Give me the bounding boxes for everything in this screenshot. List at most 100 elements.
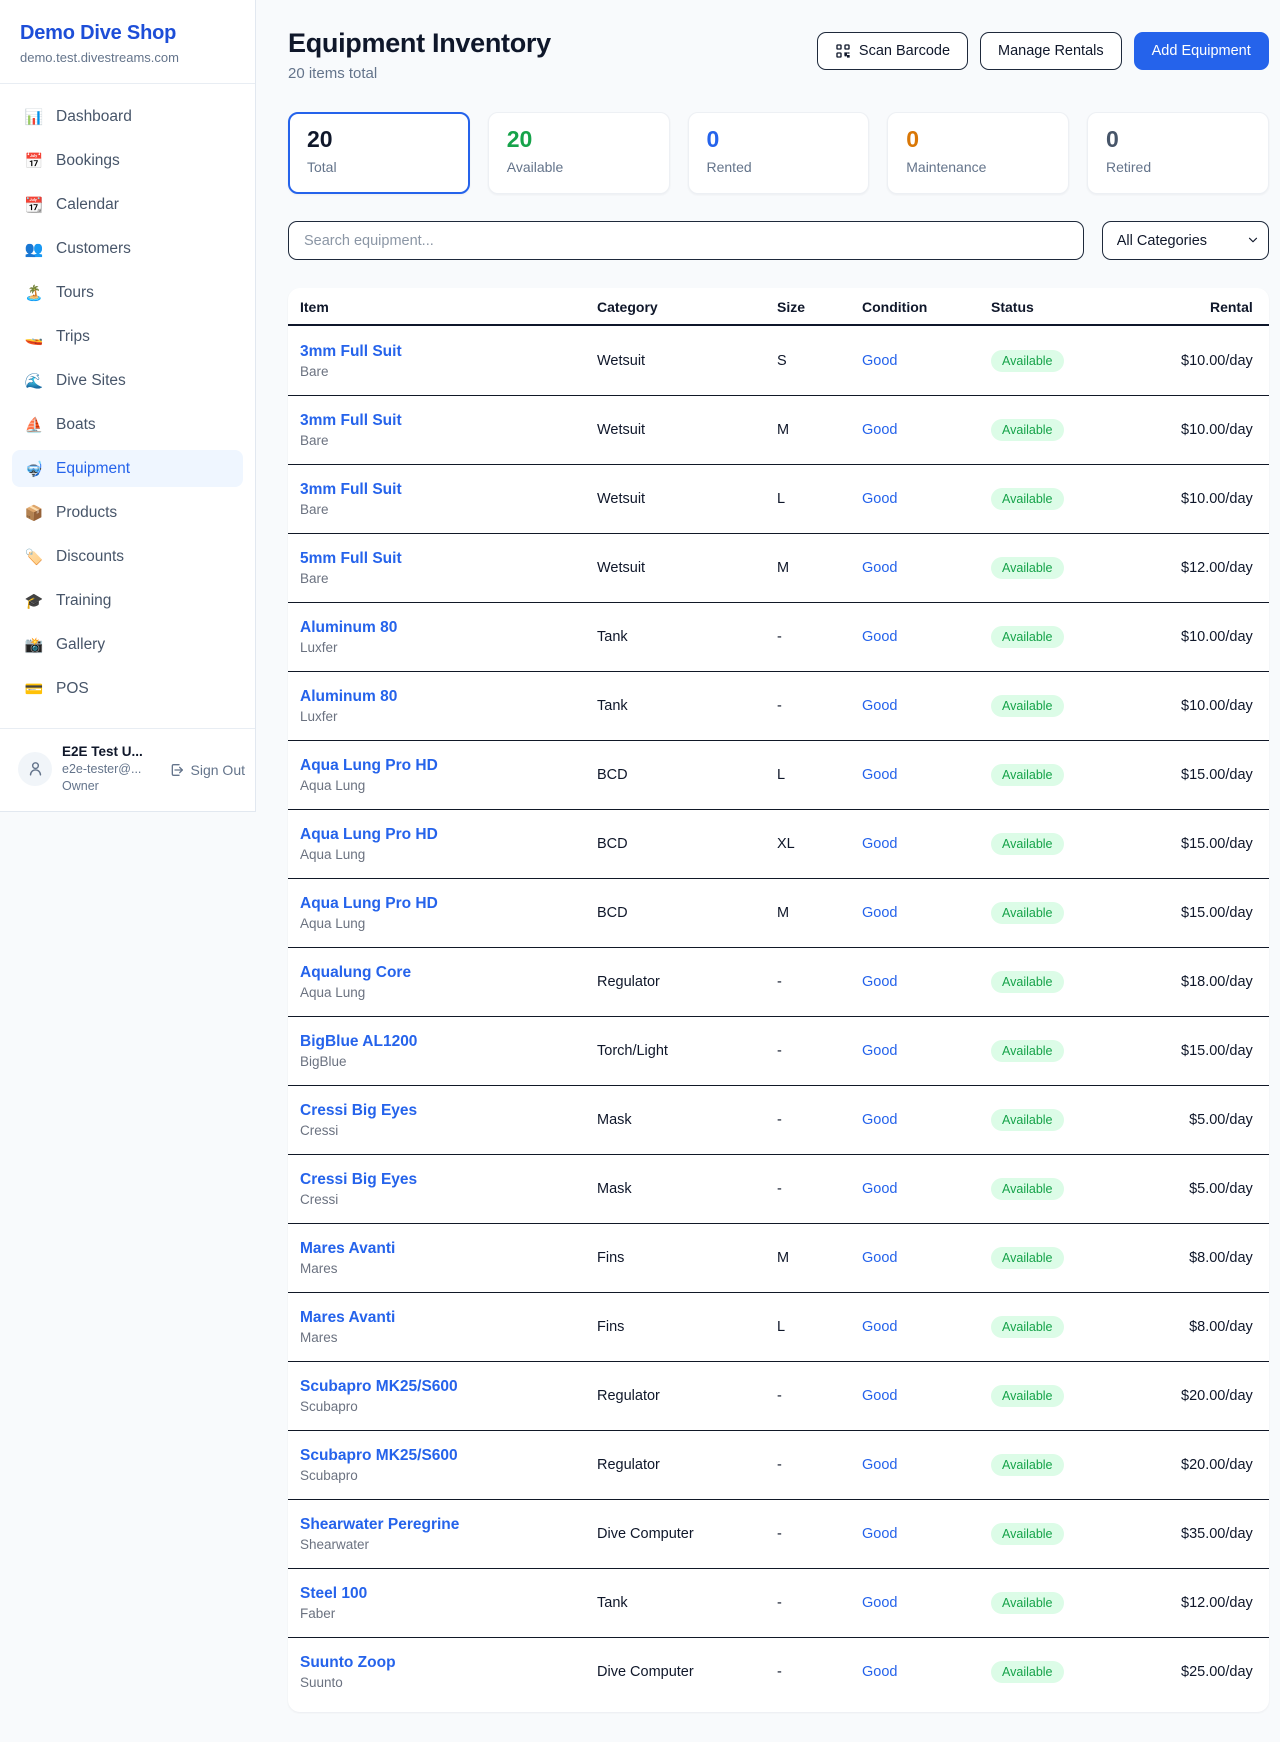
item-name-link[interactable]: 5mm Full Suit [300,550,402,568]
condition-link[interactable]: Good [862,1388,897,1404]
table-row: Aluminum 80 Luxfer Tank - Good Available… [288,671,1269,740]
sidebar-item-label: Products [56,504,117,522]
item-brand: Cressi [300,1123,597,1138]
sign-out-button[interactable]: Sign Out [169,762,245,778]
condition-link[interactable]: Good [862,422,897,438]
item-condition: Good [862,1112,991,1128]
item-name-link[interactable]: Steel 100 [300,1585,367,1603]
condition-link[interactable]: Good [862,1181,897,1197]
item-size: S [777,353,862,369]
item-cell: 3mm Full Suit Bare [300,343,597,379]
stat-card-retired[interactable]: 0 Retired [1087,112,1269,194]
item-name-link[interactable]: Cressi Big Eyes [300,1171,417,1189]
table-row: Aluminum 80 Luxfer Tank - Good Available… [288,602,1269,671]
item-status: Available [991,1178,1181,1200]
condition-link[interactable]: Good [862,353,897,369]
condition-link[interactable]: Good [862,1595,897,1611]
item-name-link[interactable]: Aqua Lung Pro HD [300,757,438,775]
sidebar-item-pos[interactable]: 💳 POS [12,670,243,707]
rental-price: $8.00/day [1181,1250,1253,1266]
search-input[interactable] [288,221,1084,260]
item-status: Available [991,695,1181,717]
condition-link[interactable]: Good [862,491,897,507]
item-size: - [777,629,862,645]
item-cell: 5mm Full Suit Bare [300,550,597,586]
stat-card-rented[interactable]: 0 Rented [688,112,870,194]
item-name-link[interactable]: BigBlue AL1200 [300,1033,417,1051]
sidebar-item-discounts[interactable]: 🏷️ Discounts [12,538,243,575]
item-condition: Good [862,1388,991,1404]
item-name-link[interactable]: 3mm Full Suit [300,343,402,361]
stat-card-total[interactable]: 20 Total [288,112,470,194]
status-badge: Available [991,1661,1064,1683]
condition-link[interactable]: Good [862,698,897,714]
condition-link[interactable]: Good [862,974,897,990]
sidebar-item-products[interactable]: 📦 Products [12,494,243,531]
item-name-link[interactable]: Aqua Lung Pro HD [300,895,438,913]
item-status: Available [991,1316,1181,1338]
condition-link[interactable]: Good [862,629,897,645]
condition-link[interactable]: Good [862,560,897,576]
category-select[interactable]: All Categories [1102,221,1269,260]
manage-rentals-button[interactable]: Manage Rentals [980,32,1122,70]
rental-price: $5.00/day [1181,1112,1253,1128]
category-select-wrap: All Categories [1102,221,1269,260]
status-badge: Available [991,1109,1064,1131]
column-header-item: Item [300,299,597,315]
sidebar-item-dashboard[interactable]: 📊 Dashboard [12,98,243,135]
sidebar-item-gallery[interactable]: 📸 Gallery [12,626,243,663]
sidebar-item-equipment[interactable]: 🤿 Equipment [12,450,243,487]
condition-link[interactable]: Good [862,1319,897,1335]
item-name-link[interactable]: 3mm Full Suit [300,481,402,499]
item-name-link[interactable]: Mares Avanti [300,1240,395,1258]
sidebar-item-calendar[interactable]: 📆 Calendar [12,186,243,223]
status-badge: Available [991,1178,1064,1200]
item-name-link[interactable]: Scubapro MK25/S600 [300,1378,458,1396]
condition-link[interactable]: Good [862,767,897,783]
item-name-link[interactable]: Aluminum 80 [300,619,397,637]
scan-barcode-button[interactable]: Scan Barcode [817,32,968,70]
title-block: Equipment Inventory 20 items total [288,28,551,82]
user-email: e2e-tester@... [62,761,143,778]
sidebar: Demo Dive Shop demo.test.divestreams.com… [0,0,256,812]
item-status: Available [991,1109,1181,1131]
stats-row: 20 Total 20 Available 0 Rented 0 Mainten… [288,112,1269,194]
item-name-link[interactable]: Mares Avanti [300,1309,395,1327]
sidebar-item-customers[interactable]: 👥 Customers [12,230,243,267]
stat-card-available[interactable]: 20 Available [488,112,670,194]
stat-card-maintenance[interactable]: 0 Maintenance [887,112,1069,194]
item-name-link[interactable]: Aqua Lung Pro HD [300,826,438,844]
sidebar-item-training[interactable]: 🎓 Training [12,582,243,619]
item-cell: Aqua Lung Pro HD Aqua Lung [300,826,597,862]
condition-link[interactable]: Good [862,1043,897,1059]
item-size: - [777,1595,862,1611]
sidebar-item-dive-sites[interactable]: 🌊 Dive Sites [12,362,243,399]
sidebar-item-tours[interactable]: 🏝️ Tours [12,274,243,311]
condition-link[interactable]: Good [862,836,897,852]
condition-link[interactable]: Good [862,1250,897,1266]
item-name-link[interactable]: Aqualung Core [300,964,411,982]
sidebar-item-trips[interactable]: 🚤 Trips [12,318,243,355]
rental-price: $10.00/day [1181,698,1253,714]
item-name-link[interactable]: Aluminum 80 [300,688,397,706]
item-name-link[interactable]: Scubapro MK25/S600 [300,1447,458,1465]
table-row: Cressi Big Eyes Cressi Mask - Good Avail… [288,1154,1269,1223]
item-name-link[interactable]: Cressi Big Eyes [300,1102,417,1120]
sidebar-item-bookings[interactable]: 📅 Bookings [12,142,243,179]
sidebar-item-boats[interactable]: ⛵ Boats [12,406,243,443]
item-name-link[interactable]: Shearwater Peregrine [300,1516,459,1534]
add-equipment-button[interactable]: Add Equipment [1134,32,1269,70]
item-condition: Good [862,1181,991,1197]
condition-link[interactable]: Good [862,1664,897,1680]
item-brand: Scubapro [300,1468,597,1483]
item-condition: Good [862,560,991,576]
item-category: Wetsuit [597,422,777,438]
condition-link[interactable]: Good [862,1526,897,1542]
condition-link[interactable]: Good [862,1112,897,1128]
stat-label: Available [507,159,651,175]
item-name-link[interactable]: Suunto Zoop [300,1654,396,1672]
condition-link[interactable]: Good [862,1457,897,1473]
table-row: Scubapro MK25/S600 Scubapro Regulator - … [288,1430,1269,1499]
condition-link[interactable]: Good [862,905,897,921]
item-name-link[interactable]: 3mm Full Suit [300,412,402,430]
